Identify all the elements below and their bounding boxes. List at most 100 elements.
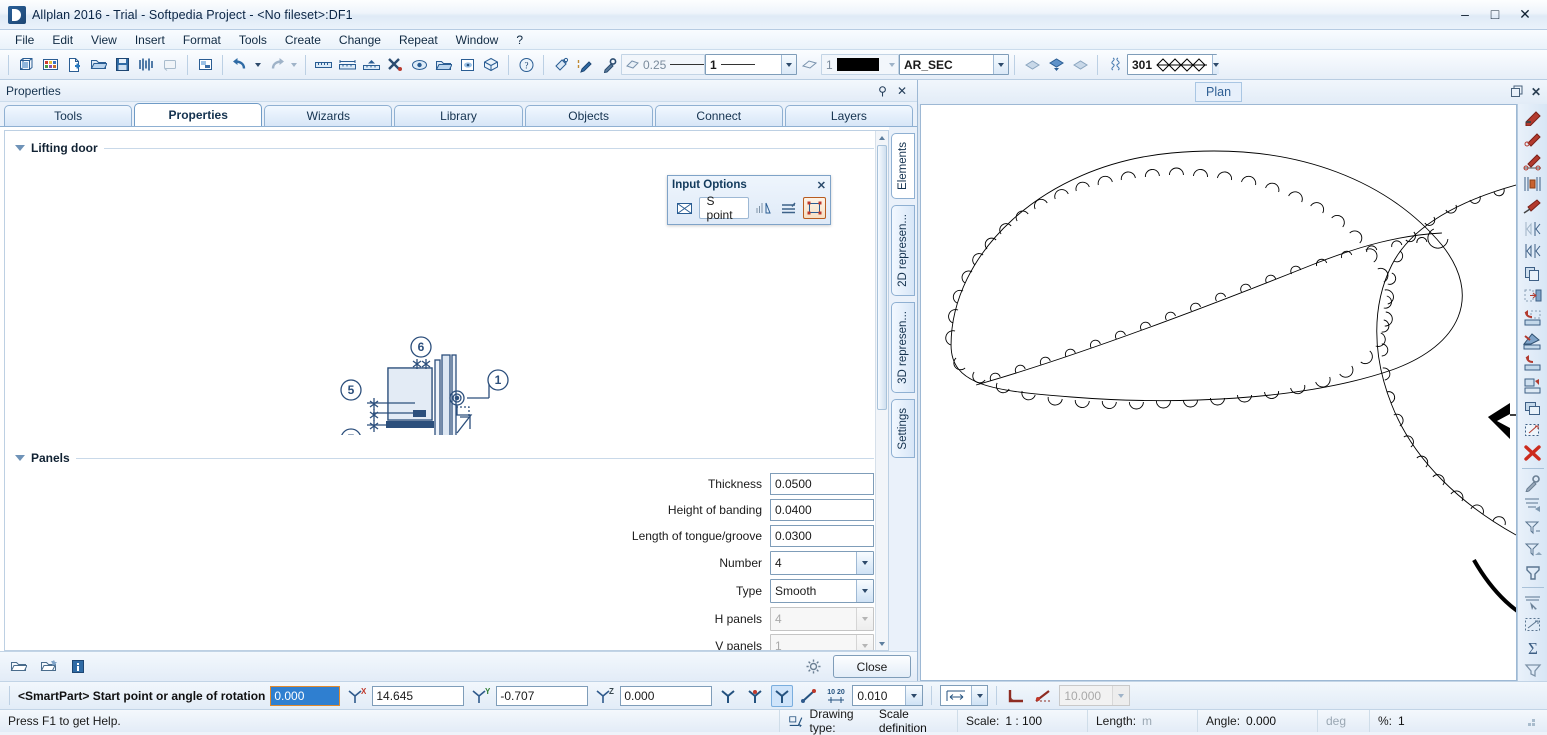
undo-icon[interactable]	[228, 53, 252, 77]
layer-down-icon[interactable]	[1068, 53, 1092, 77]
tools-wrench-icon[interactable]	[383, 53, 407, 77]
menu-change[interactable]: Change	[330, 31, 390, 49]
drawing-file-caret[interactable]	[1212, 55, 1220, 74]
layer-up-icon[interactable]	[1020, 53, 1044, 77]
sum-sigma-icon[interactable]: Σ	[1520, 637, 1546, 658]
filter-funnel-icon[interactable]	[1520, 659, 1546, 680]
type-select[interactable]: Smooth	[770, 579, 874, 603]
new-document-icon[interactable]	[62, 53, 86, 77]
color-layer-icon[interactable]	[797, 53, 821, 77]
drawing-canvas[interactable]	[920, 104, 1517, 681]
pick-attributes-icon[interactable]	[1520, 472, 1546, 493]
project-open-icon[interactable]	[14, 53, 38, 77]
select-arrow-icon[interactable]	[1520, 592, 1546, 613]
align-element-icon[interactable]	[1520, 375, 1546, 396]
close-button[interactable]: ✕	[1517, 7, 1533, 22]
drawing-file-icon[interactable]	[1103, 53, 1127, 77]
filter-line-icon[interactable]	[1520, 517, 1546, 538]
status-percent[interactable]: %: 1	[1370, 710, 1547, 732]
y-coordinate-input[interactable]: -0.707	[496, 685, 589, 706]
vtab-2d-representation[interactable]: 2D represen...	[891, 204, 915, 296]
ruler-icon[interactable]	[311, 53, 335, 77]
document-view-icon[interactable]	[455, 53, 479, 77]
minimize-button[interactable]: –	[1457, 7, 1473, 22]
tab-library[interactable]: Library	[394, 105, 523, 126]
open-project-icon[interactable]	[431, 53, 455, 77]
area-select-icon[interactable]	[1520, 615, 1546, 636]
mirror-copy-icon[interactable]	[1520, 218, 1546, 239]
tab-tools[interactable]: Tools	[4, 105, 133, 126]
info-icon[interactable]	[66, 655, 90, 679]
menu-view[interactable]: View	[82, 31, 126, 49]
measure-mode-caret[interactable]	[971, 686, 988, 705]
line-type-combo[interactable]: 1	[705, 54, 797, 75]
copy-icon[interactable]	[1520, 263, 1546, 284]
s-point-button[interactable]: S point	[698, 194, 750, 222]
redo-icon[interactable]	[264, 53, 288, 77]
crossed-box-icon[interactable]	[673, 197, 696, 219]
status-drawing-type[interactable]: Drawing type: Scale definition	[780, 707, 958, 735]
split-lines-icon[interactable]	[1520, 173, 1546, 194]
layer-caret[interactable]	[993, 55, 1008, 74]
redo-dropdown[interactable]	[288, 53, 300, 77]
delete-x-icon[interactable]	[1520, 442, 1546, 463]
mirror-icon[interactable]	[1520, 240, 1546, 261]
menu-create[interactable]: Create	[276, 31, 330, 49]
menu-repeat[interactable]: Repeat	[390, 31, 447, 49]
layer-combo[interactable]: AR_SEC	[899, 54, 1009, 75]
trim-multiple-icon[interactable]	[1520, 151, 1546, 172]
palette-close-icon[interactable]: ✕	[897, 84, 907, 98]
snap-step-caret[interactable]	[905, 686, 923, 705]
number-select[interactable]: 4	[770, 551, 874, 575]
resize-grip[interactable]	[1524, 715, 1536, 727]
move-into-icon[interactable]	[1520, 285, 1546, 306]
close-icon[interactable]: ✕	[1531, 85, 1541, 99]
align-icon[interactable]	[778, 197, 801, 219]
dimension-icon[interactable]	[335, 53, 359, 77]
undo-dropdown[interactable]	[252, 53, 264, 77]
tab-layers[interactable]: Layers	[784, 105, 913, 126]
measure-mode-combo[interactable]	[940, 685, 989, 706]
status-angle[interactable]: Angle: 0.000	[1198, 710, 1318, 732]
eyedropper-icon[interactable]	[597, 53, 621, 77]
scroll-down-arrow[interactable]	[876, 637, 888, 650]
measure-bars-icon[interactable]	[134, 53, 158, 77]
snap-step-combo[interactable]: 0.010	[852, 685, 924, 706]
menu-help[interactable]: ?	[507, 31, 532, 49]
rotate-copy-icon[interactable]	[1520, 308, 1546, 329]
pen-thickness-combo[interactable]: 0.25	[621, 54, 715, 75]
cube-3d-icon[interactable]	[479, 53, 503, 77]
layer-current-icon[interactable]	[1044, 53, 1068, 77]
status-length[interactable]: Length: m	[1088, 710, 1198, 732]
bounding-box-icon[interactable]	[803, 197, 826, 219]
format-brush-icon[interactable]	[549, 53, 573, 77]
tab-wizards[interactable]: Wizards	[264, 105, 393, 126]
save-favorite-icon[interactable]	[36, 655, 60, 679]
eye-view-icon[interactable]	[407, 53, 431, 77]
save-icon[interactable]	[110, 53, 134, 77]
tab-connect[interactable]: Connect	[654, 105, 783, 126]
menu-tools[interactable]: Tools	[230, 31, 276, 49]
collapse-triangle-icon[interactable]	[15, 455, 25, 461]
properties-scrollbar[interactable]	[875, 131, 888, 650]
drawing-file-combo[interactable]: 301	[1127, 54, 1220, 75]
height-of-banding-input[interactable]: 0.0400	[770, 499, 874, 521]
angle-snap-icon[interactable]	[1005, 685, 1027, 707]
move-element-icon[interactable]	[1520, 352, 1546, 373]
line-type-caret[interactable]	[781, 55, 796, 74]
grid-snap-icon[interactable]: 10 20	[825, 685, 847, 707]
plan-tab[interactable]: Plan	[1195, 82, 1243, 102]
load-favorite-icon[interactable]	[6, 655, 30, 679]
vtab-settings[interactable]: Settings	[891, 398, 915, 459]
open-file-icon[interactable]	[86, 53, 110, 77]
menu-edit[interactable]: Edit	[43, 31, 82, 49]
bar-compare-icon[interactable]	[752, 197, 775, 219]
filter-layer-icon[interactable]	[1520, 540, 1546, 561]
status-scale[interactable]: Scale: 1 : 100	[958, 710, 1088, 732]
thickness-input[interactable]: 0.0500	[770, 473, 874, 495]
maximize-button[interactable]: □	[1487, 7, 1503, 22]
section-header[interactable]: Lifting door	[15, 141, 874, 155]
restore-window-icon[interactable]	[1510, 85, 1523, 100]
z-coordinate-input[interactable]: 0.000	[620, 685, 713, 706]
eraser-icon[interactable]	[1520, 106, 1546, 127]
